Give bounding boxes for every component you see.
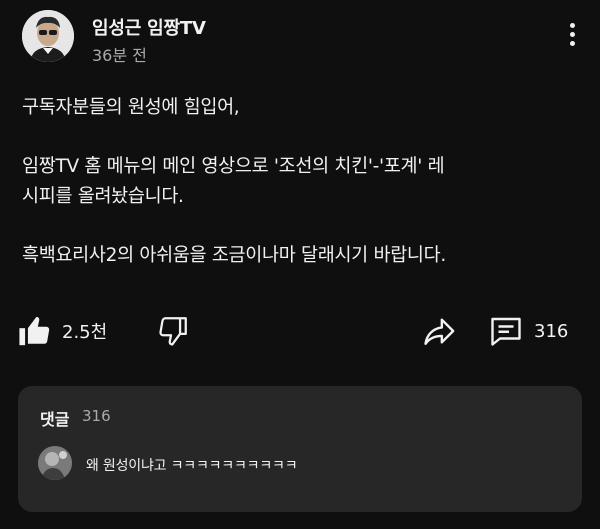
comments-title: 댓글 [40, 410, 70, 429]
post-body-line: 구독자분들의 원성에 힘입어, [22, 97, 240, 118]
comment-preview-text: 왜 원성이냐고 ㅋㅋㅋㅋㅋㅋㅋㅋㅋㅋ [86, 458, 298, 474]
commenter-avatar [38, 446, 72, 480]
post-body: 구독자분들의 원성에 힘입어, 임짱TV 홈 메뉴의 메인 영상으로 '조선의 … [22, 93, 582, 270]
like-count: 2.5천 [62, 322, 108, 343]
dislike-button[interactable] [156, 308, 190, 354]
thumbs-down-outline-icon [156, 314, 190, 348]
comment-icon [488, 313, 524, 349]
like-button[interactable]: 2.5천 [18, 308, 107, 354]
action-bar: 2.5천 316 [18, 308, 580, 354]
comments-card[interactable]: 댓글 316 왜 원성이냐고 ㅋㅋㅋㅋㅋㅋㅋㅋㅋㅋ [18, 386, 582, 512]
share-arrow-icon [422, 314, 456, 348]
channel-name[interactable]: 임성근 임짱TV [92, 14, 206, 40]
post-body-line: 흑백요리사2의 아쉬움을 조금이나마 달래시기 바랍니다. [22, 244, 446, 266]
more-vertical-icon[interactable] [562, 20, 582, 52]
post-body-line: 시피를 올려놨습니다. [22, 185, 184, 207]
comment-count: 316 [534, 320, 569, 342]
post-header: 임성근 임짱TV 36분 전 [22, 10, 580, 70]
comment-button[interactable]: 316 [488, 308, 568, 354]
post-body-line: 임짱TV 홈 메뉴의 메인 영상으로 '조선의 치킨'-'포계' 레 [22, 156, 445, 177]
thumbs-up-filled-icon [18, 314, 52, 348]
share-button[interactable] [422, 308, 456, 354]
channel-avatar[interactable] [22, 10, 74, 62]
comments-count: 316 [82, 407, 111, 425]
post-time: 36분 전 [92, 46, 147, 65]
